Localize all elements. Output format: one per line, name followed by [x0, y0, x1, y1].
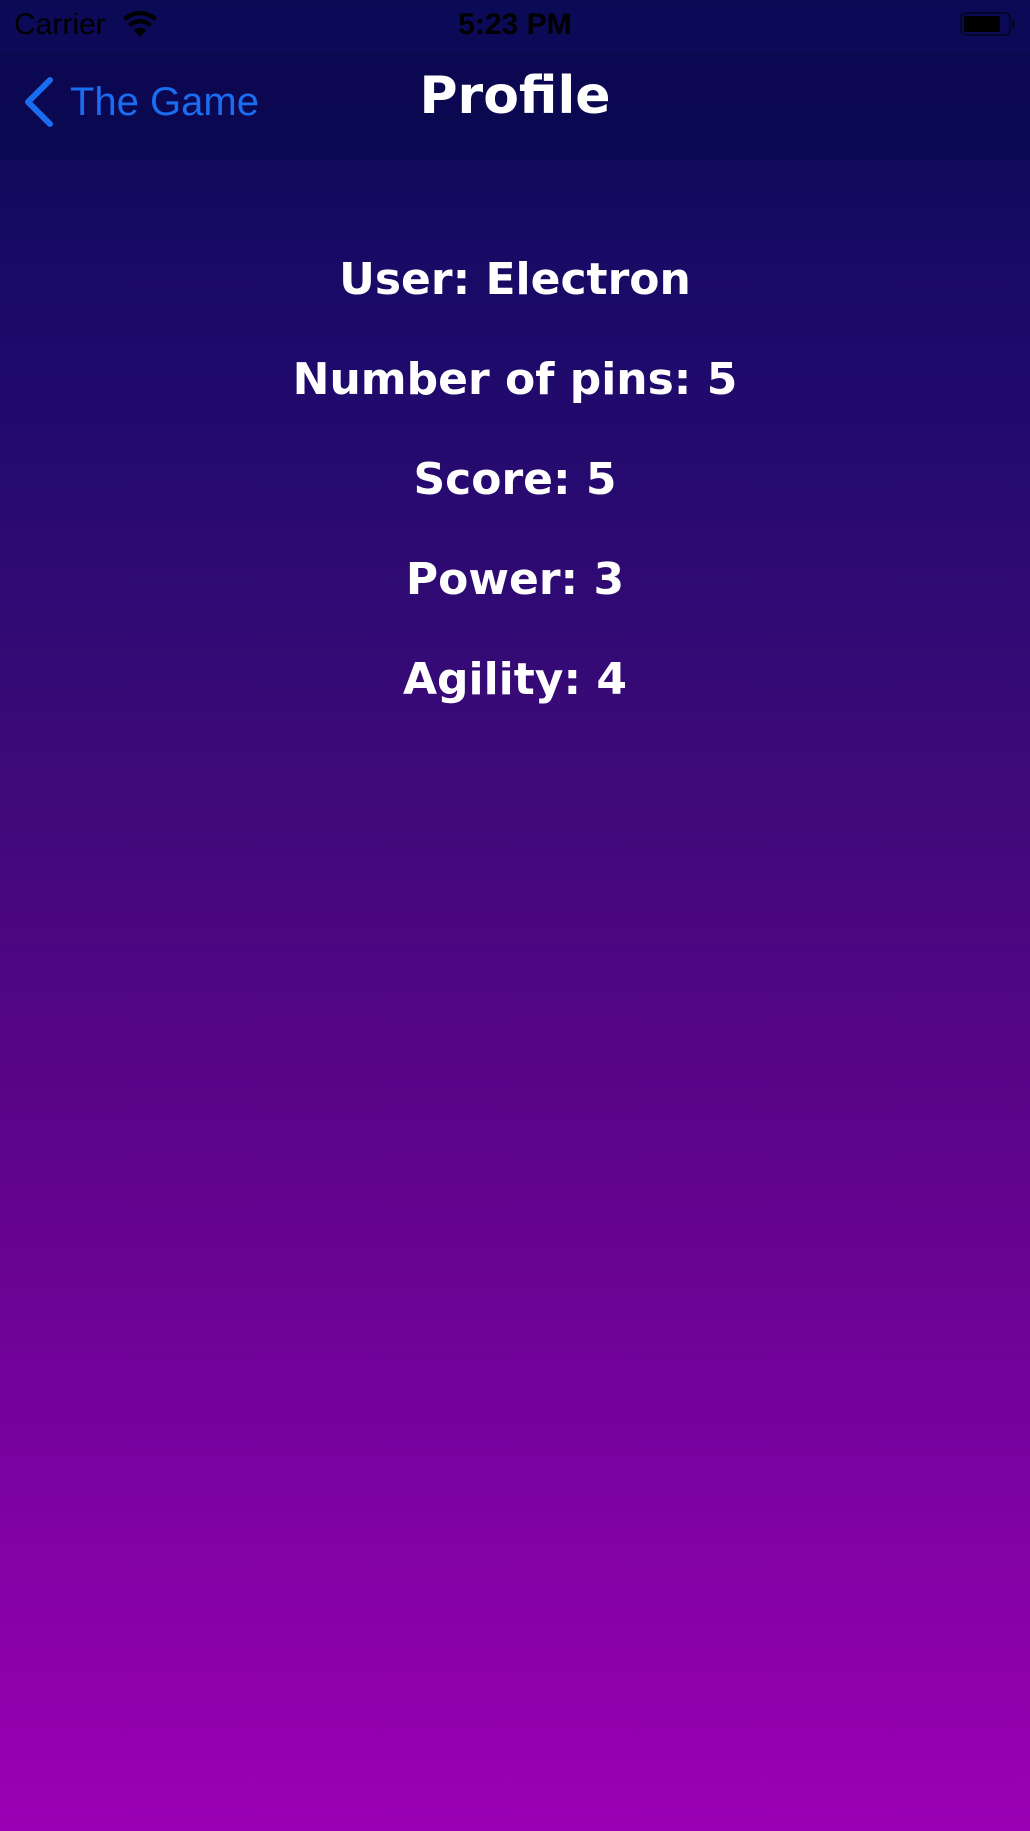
page-title: Profile [419, 66, 611, 126]
profile-stats: User: Electron Number of pins: 5 Score: … [0, 250, 1030, 750]
status-bar: Carrier 5:23 PM [0, 0, 1030, 52]
navigation-bar: The Game Profile [0, 52, 1030, 160]
status-time: 5:23 PM [458, 8, 572, 41]
user-label: User: Electron [339, 254, 691, 305]
agility-label: Agility: 4 [402, 654, 628, 705]
power-label: Power: 3 [405, 554, 625, 605]
score-label: Score: 5 [413, 454, 617, 505]
battery-icon [960, 12, 1015, 36]
pins-label: Number of pins: 5 [292, 354, 738, 405]
